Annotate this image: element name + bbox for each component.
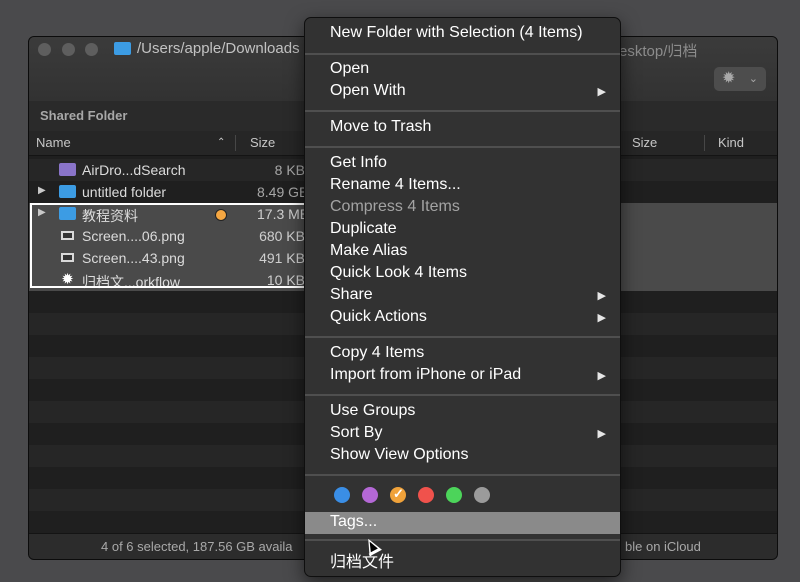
menu-item-get-info[interactable]: Get Info [305,153,620,175]
shared-folder-label: Shared Folder [40,108,128,123]
screenshot-icon [59,251,76,264]
menu-item-open[interactable]: Open [305,59,620,81]
menu-item-label: Show View Options [330,446,469,463]
menu-item-label: Share [330,286,373,303]
menu-item-label: New Folder with Selection (4 Items) [330,24,583,41]
file-name: Screen....06.png [82,228,185,244]
file-name: Screen....43.png [82,250,185,266]
menu-item-label: Open With [330,82,406,99]
column-kind[interactable]: Kind [718,135,744,150]
menu-item-rename[interactable]: Rename 4 Items... [305,175,620,197]
submenu-arrow-icon: ▶ [597,370,606,382]
file-size: 680 KB [259,228,305,244]
submenu-arrow-icon: ▶ [597,290,606,302]
menu-item-quick-look[interactable]: Quick Look 4 Items [305,263,620,285]
file-name: 教程资料 [82,208,138,224]
tag-orange[interactable] [390,486,406,503]
submenu-arrow-icon: ▶ [597,86,606,98]
file-size: 8.49 GB [257,184,309,200]
menu-item-use-groups[interactable]: Use Groups [305,401,620,423]
gear-icon: ✹ [61,271,74,288]
menu-item-label: Import from iPhone or iPad [330,366,522,383]
menu-separator [305,394,620,396]
context-menu: New Folder with Selection (4 Items) Open… [304,17,621,577]
menu-item-label: Get Info [330,154,387,171]
menu-item-label: Use Groups [330,402,416,419]
tag-color-row [305,484,620,508]
menu-item-label: Move to Trash [330,118,432,135]
menu-separator [305,474,620,476]
menu-item-label: Make Alias [330,242,408,259]
file-name: AirDro...dSearch [82,162,186,178]
app-folder-icon [59,163,76,176]
folder-icon [114,42,131,55]
tag-blue[interactable] [334,487,350,503]
action-menu-button[interactable]: ✹ ⌄ [714,67,766,91]
sort-chevron-up-icon: ⌃ [217,137,226,148]
status-selected-text: 4 of 6 selected, 187.56 GB availa [101,539,293,554]
menu-separator [305,53,620,55]
menu-item-show-view-options[interactable]: Show View Options [305,445,620,467]
menu-item-open-with[interactable]: Open With ▶ [305,81,620,103]
menu-item-make-alias[interactable]: Make Alias [305,241,620,263]
menu-item-label: Quick Look 4 Items [330,264,467,281]
screenshot-icon [59,229,76,242]
menu-item-archive-files[interactable]: 归档文件 [305,547,620,571]
menu-item-compress[interactable]: Compress 4 Items [305,197,620,219]
menu-separator [305,539,620,541]
menu-item-quick-actions[interactable]: Quick Actions ▶ [305,307,620,329]
tag-red[interactable] [418,487,434,503]
menu-item-label: Compress 4 Items [330,198,460,215]
file-size: 17.3 MB [257,206,310,222]
minimize-button[interactable] [62,43,75,56]
submenu-arrow-icon: ▶ [597,312,606,324]
tag-gray[interactable] [474,487,490,503]
window-title: /Users/apple/Downloads [137,40,300,57]
submenu-arrow-icon: ▶ [597,428,606,440]
orange-tag-icon [215,209,227,221]
file-name: 归档文...orkflow [82,274,181,290]
menu-item-copy[interactable]: Copy 4 Items [305,343,620,365]
menu-separator [305,336,620,338]
gear-icon: ✹ [722,70,736,87]
menu-item-move-to-trash[interactable]: Move to Trash [305,117,620,139]
disclosure-triangle-icon[interactable]: ▶ [38,207,46,218]
window-title-tail: esktop/归档 [619,43,698,60]
chevron-down-icon: ⌄ [748,73,758,85]
disclosure-triangle-icon[interactable]: ▶ [38,185,46,196]
column-size[interactable]: Size [250,135,275,150]
column-name[interactable]: Name [36,135,71,150]
menu-item-sort-by[interactable]: Sort By ▶ [305,423,620,445]
menu-separator [305,146,620,148]
menu-separator [305,110,620,112]
close-button[interactable] [38,43,51,56]
menu-item-label: Copy 4 Items [330,344,425,361]
file-size: 8 KB [274,162,305,178]
menu-item-label: Sort By [330,424,383,441]
menu-item-label: Open [330,60,370,77]
menu-item-share[interactable]: Share ▶ [305,285,620,307]
menu-item-tags[interactable]: Tags... [305,512,620,534]
tag-green[interactable] [446,487,462,503]
file-size: 10 KB [266,272,305,288]
zoom-button[interactable] [85,43,98,56]
folder-icon [59,207,76,220]
menu-item-import-from-iphone[interactable]: Import from iPhone or iPad ▶ [305,365,620,387]
file-size: 491 KB [259,250,305,266]
menu-item-new-folder-with-selection[interactable]: New Folder with Selection (4 Items) [305,23,620,45]
menu-item-label: Quick Actions [330,308,427,325]
folder-icon [59,185,76,198]
column-size-right[interactable]: Size [632,135,657,150]
menu-item-label: Tags... [330,513,378,530]
tag-purple[interactable] [362,487,378,503]
menu-item-label: 归档文件 [330,554,395,571]
menu-item-duplicate[interactable]: Duplicate [305,219,620,241]
file-name: untitled folder [82,184,167,200]
menu-item-label: Rename 4 Items... [330,176,461,193]
menu-item-label: Duplicate [330,220,397,237]
status-icloud-text: ble on iCloud [625,539,701,554]
